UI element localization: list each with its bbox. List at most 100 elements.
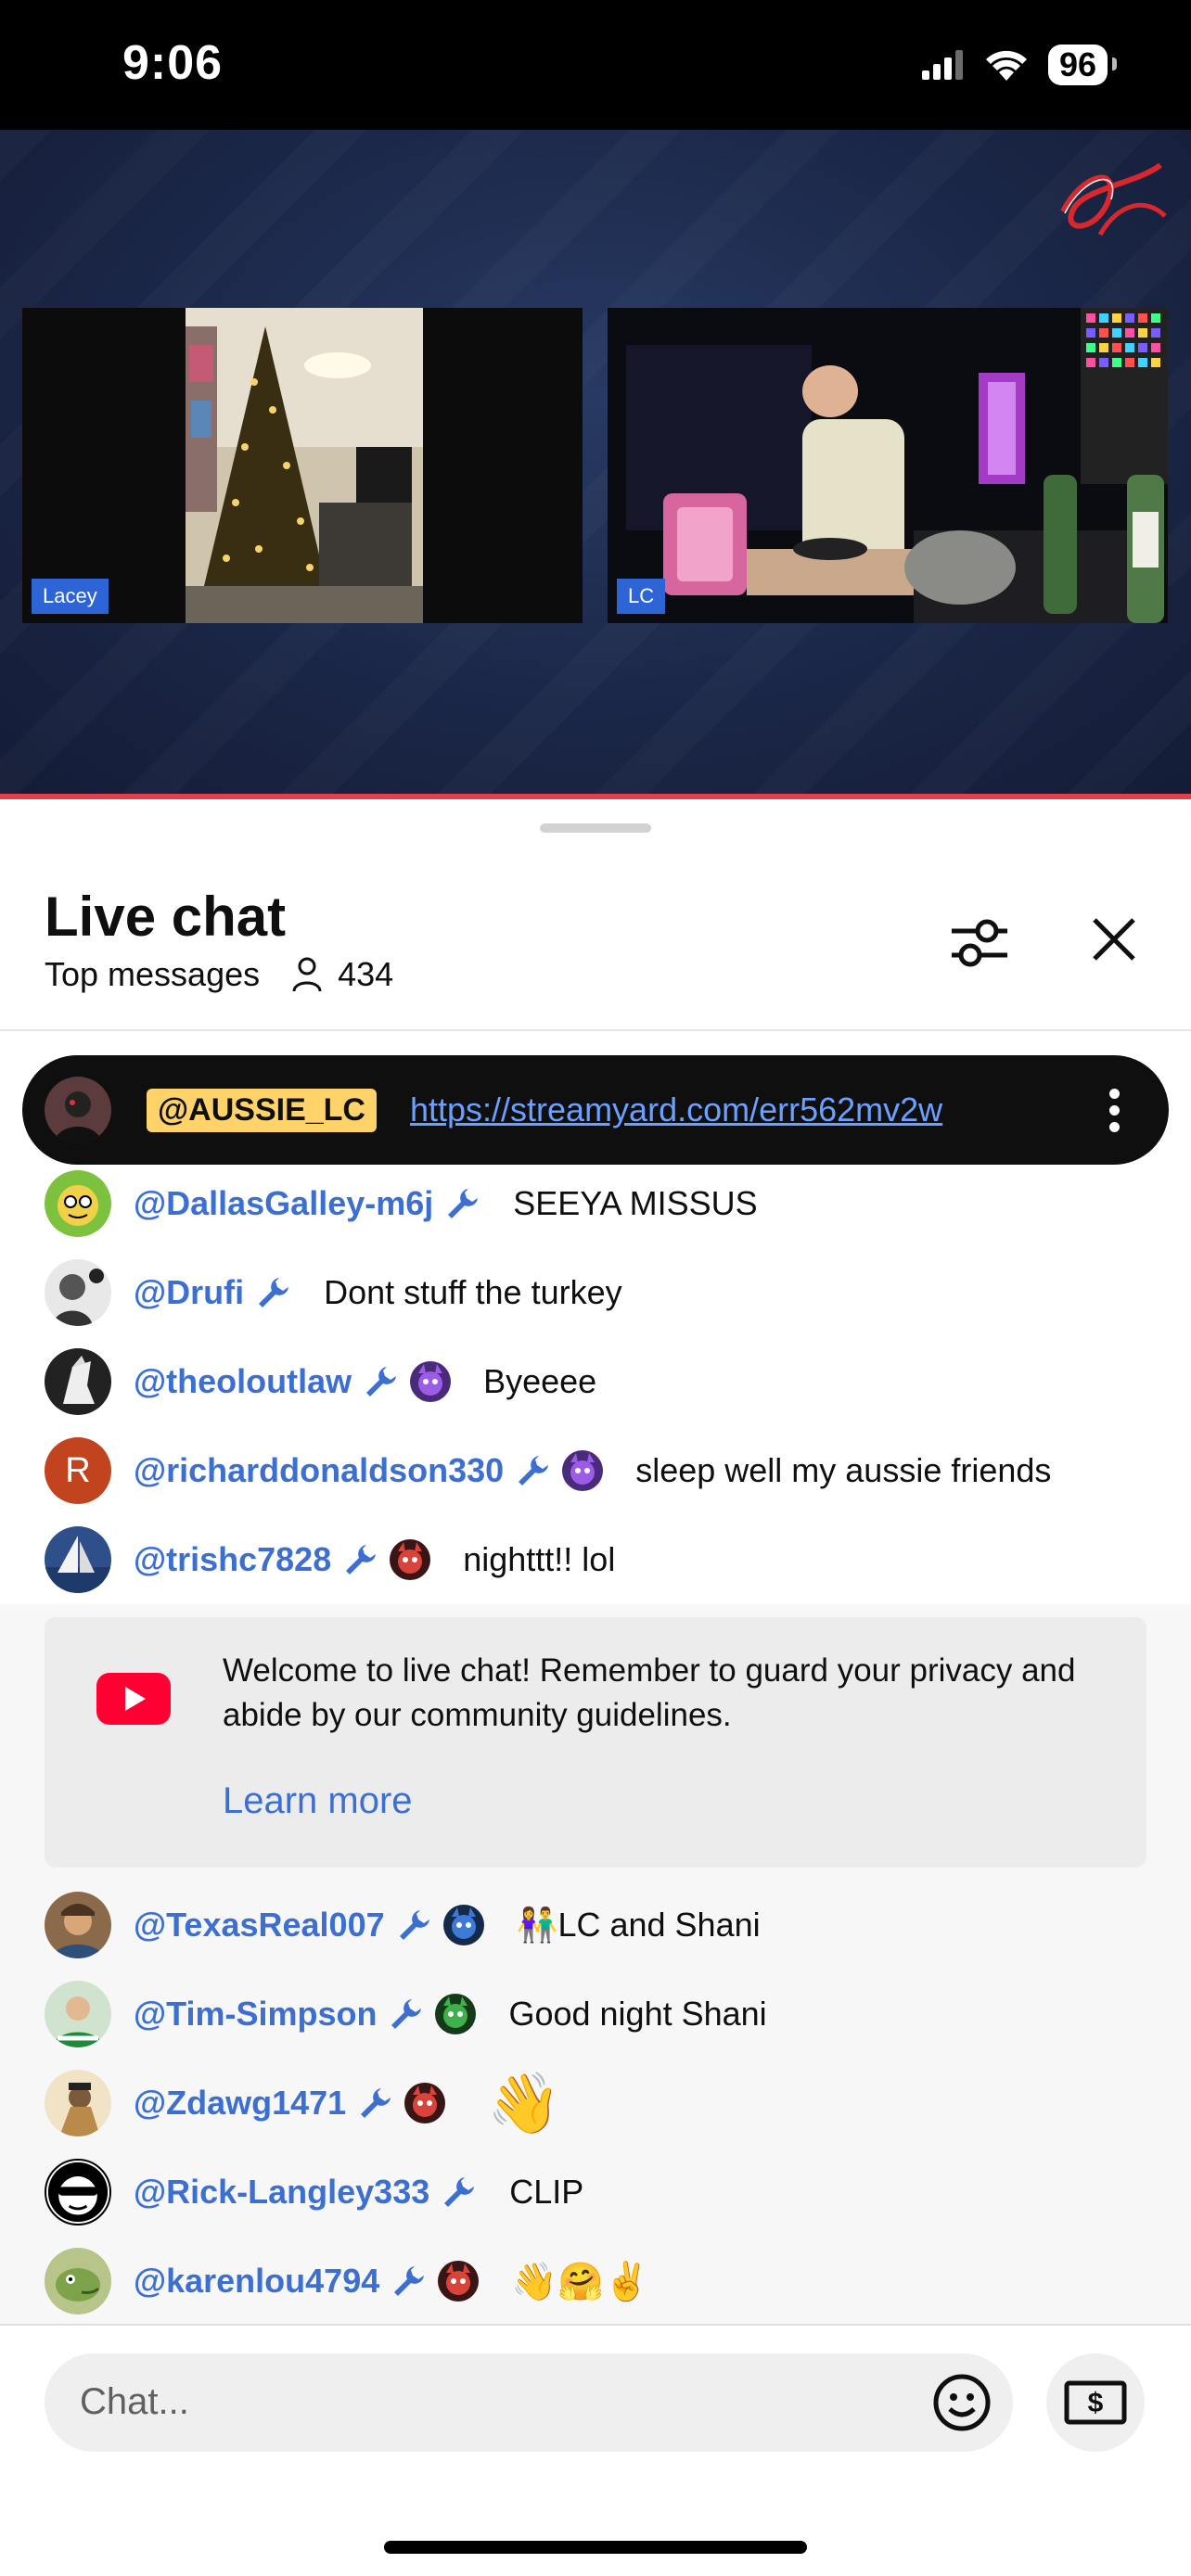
- kebab-icon[interactable]: [1109, 1089, 1121, 1133]
- signal-icon: [921, 50, 963, 80]
- home-indicator[interactable]: [384, 2541, 807, 2554]
- list-item: @Drufi Dont stuff the turkey: [0, 1248, 1191, 1337]
- list-item: @karenlou4794 👋🤗✌️: [0, 2237, 1191, 2326]
- message-text: Dont stuff the turkey: [324, 1273, 622, 1311]
- status-bar: 9:06 96: [0, 0, 1191, 130]
- message-text: sleep well my aussie friends: [635, 1451, 1052, 1489]
- author-name[interactable]: @karenlou4794: [134, 2262, 379, 2301]
- list-item: @Tim-Simpson Good night Shani: [0, 1970, 1191, 2059]
- chat-input-placeholder: Chat...: [80, 2381, 189, 2422]
- welcome-banner-row: Welcome to live chat! Remember to guard …: [0, 1604, 1191, 1881]
- member-badge-icon: [562, 1450, 604, 1491]
- avatar-initial: R: [65, 1450, 91, 1490]
- participant-name-tag: Lacey: [32, 579, 109, 614]
- list-item: R @richarddonaldson330 sleep well my aus…: [0, 1426, 1191, 1515]
- message-list[interactable]: @DallasGalley-m6j SEEYA MISSUS @Drufi Do…: [0, 1159, 1191, 2326]
- author-name[interactable]: @TexasReal007: [134, 1906, 385, 1945]
- author-name[interactable]: @Zdawg1471: [134, 2084, 346, 2123]
- avatar[interactable]: [45, 1892, 111, 1958]
- wrench-icon: [399, 1910, 429, 1940]
- participant-name-tag: LC: [617, 579, 666, 614]
- member-badge-icon: [438, 2261, 480, 2302]
- message-text: 👫LC and Shani: [516, 1906, 761, 1944]
- member-badge-icon: [435, 1994, 477, 2034]
- wrench-icon: [394, 2266, 425, 2296]
- welcome-card: Welcome to live chat! Remember to guard …: [45, 1617, 1146, 1868]
- close-icon[interactable]: [1083, 909, 1145, 970]
- video-frame-desk: [608, 308, 1168, 623]
- battery-icon: 96: [1047, 45, 1118, 85]
- avatar[interactable]: [45, 1259, 111, 1326]
- list-item: @Rick-Langley333 CLIP: [0, 2148, 1191, 2237]
- wrench-icon: [361, 2088, 391, 2118]
- welcome-text: Welcome to live chat! Remember to guard …: [223, 1652, 1076, 1733]
- status-time: 9:06: [122, 36, 224, 90]
- member-badge-icon: [410, 1361, 452, 1402]
- avatar[interactable]: [45, 2248, 111, 2315]
- emoji-icon[interactable]: [931, 2372, 992, 2433]
- author-name[interactable]: @richarddonaldson330: [134, 1451, 504, 1490]
- member-badge-icon: [390, 1539, 431, 1580]
- list-item: @Zdawg1471 👋: [0, 2059, 1191, 2148]
- learn-more-link[interactable]: Learn more: [223, 1780, 413, 1822]
- channel-logo-icon: [1060, 162, 1167, 236]
- drag-handle[interactable]: [540, 823, 651, 833]
- author-name[interactable]: @DallasGalley-m6j: [134, 1184, 433, 1223]
- message-text: CLIP: [509, 2173, 584, 2211]
- super-chat-button[interactable]: $: [1046, 2353, 1145, 2452]
- avatar[interactable]: [45, 1170, 111, 1237]
- author-name[interactable]: @Rick-Langley333: [134, 2173, 429, 2212]
- pinned-message[interactable]: @AUSSIE_LC https://streamyard.com/err562…: [22, 1055, 1169, 1165]
- pinned-link[interactable]: https://streamyard.com/err562mv2w: [410, 1090, 942, 1129]
- message-text: nighttt!! lol: [463, 1540, 616, 1578]
- message-text: 👋🤗✌️: [511, 2261, 650, 2302]
- filter-icon[interactable]: [944, 907, 1015, 977]
- member-badge-icon: [442, 1905, 484, 1945]
- chat-mode-selector[interactable]: Top messages: [45, 955, 260, 994]
- svg-text:$: $: [1088, 2388, 1104, 2418]
- live-chat-panel: Live chat Top messages 434 @AUSSIE_LC ht…: [0, 799, 1191, 2576]
- video-player[interactable]: Lacey LC: [0, 130, 1191, 797]
- wrench-icon: [444, 2177, 475, 2207]
- video-frame-tree: [22, 308, 583, 623]
- header-divider: [0, 1029, 1191, 1031]
- avatar[interactable]: [45, 1077, 111, 1143]
- list-item: @theoloutlaw Byeeee: [0, 1337, 1191, 1426]
- owner-author-badge[interactable]: @AUSSIE_LC: [147, 1088, 377, 1132]
- wrench-icon: [391, 1999, 422, 2029]
- message-text: Good night Shani: [508, 1995, 767, 2033]
- avatar[interactable]: [45, 1526, 111, 1593]
- avatar[interactable]: [45, 2070, 111, 2136]
- wrench-icon: [366, 1367, 397, 1396]
- author-name[interactable]: @Tim-Simpson: [134, 1995, 377, 2034]
- wrench-icon: [519, 1456, 549, 1486]
- avatar[interactable]: [45, 1981, 111, 2047]
- participant-tile-lc[interactable]: LC: [608, 308, 1168, 623]
- person-icon: [292, 957, 322, 992]
- author-name[interactable]: @theoloutlaw: [134, 1362, 352, 1401]
- member-badge-icon: [404, 2083, 446, 2123]
- author-name[interactable]: @trishc7828: [134, 1540, 331, 1579]
- wifi-icon: [985, 50, 1027, 81]
- wrench-icon: [448, 1189, 479, 1218]
- chat-title: Live chat: [45, 886, 287, 948]
- list-item: @trishc7828 nighttt!! lol: [0, 1515, 1191, 1604]
- message-text: Byeeee: [483, 1362, 597, 1400]
- super-chat-icon: $: [1064, 2380, 1127, 2425]
- message-text: SEEYA MISSUS: [513, 1184, 758, 1222]
- avatar[interactable]: [45, 2159, 111, 2225]
- youtube-icon: [96, 1673, 171, 1725]
- participant-tile-lacey[interactable]: Lacey: [22, 308, 583, 623]
- author-name[interactable]: @Drufi: [134, 1273, 244, 1312]
- chat-input[interactable]: Chat...: [45, 2353, 1013, 2452]
- list-item: @DallasGalley-m6j SEEYA MISSUS: [0, 1159, 1191, 1248]
- chat-subtitle: Top messages 434: [45, 955, 393, 994]
- viewer-count: 434: [291, 955, 393, 994]
- message-text: 👋: [487, 2069, 561, 2136]
- wrench-icon: [346, 1545, 377, 1575]
- avatar[interactable]: [45, 1348, 111, 1415]
- viewer-count-value: 434: [338, 955, 394, 993]
- status-icons: 96: [921, 45, 1118, 85]
- avatar[interactable]: R: [45, 1437, 111, 1504]
- input-divider: [0, 2324, 1191, 2326]
